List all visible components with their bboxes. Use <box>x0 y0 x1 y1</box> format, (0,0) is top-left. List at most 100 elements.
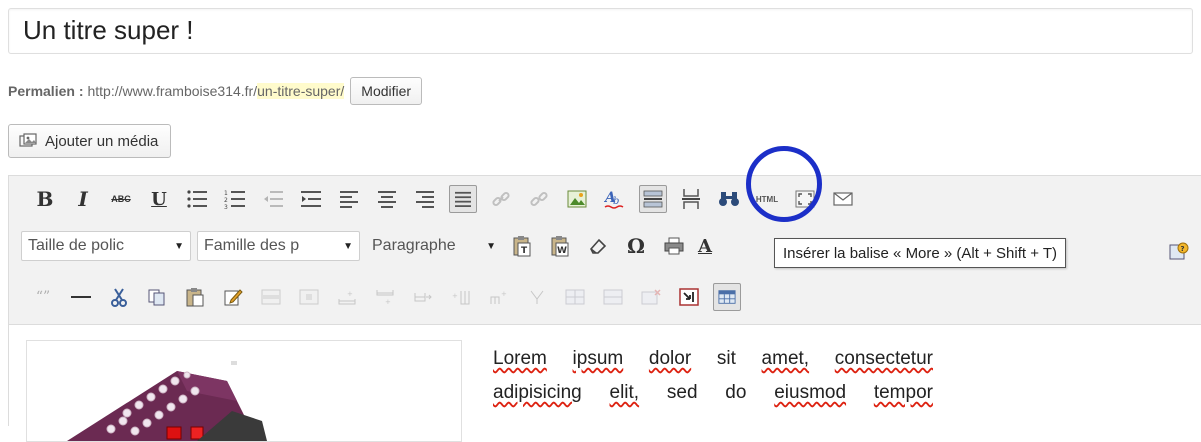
delete-col-button[interactable] <box>523 283 551 311</box>
link-button[interactable] <box>487 185 515 213</box>
omega-icon: Ω <box>627 234 645 258</box>
svg-text:+: + <box>347 290 353 298</box>
insert-anchor-button[interactable] <box>675 283 703 311</box>
chevron-down-icon: ▼ <box>343 240 353 252</box>
align-left-button[interactable] <box>335 185 363 213</box>
post-image[interactable] <box>26 340 462 442</box>
indent-button[interactable] <box>297 185 325 213</box>
print-button[interactable] <box>660 232 688 260</box>
align-left-icon <box>340 191 358 208</box>
toolbar-row-1: B I ABC U 1 2 3 A b HTML <box>31 181 867 217</box>
underline-button[interactable]: U <box>145 185 173 213</box>
email-button[interactable] <box>829 185 857 213</box>
add-media-button[interactable]: Ajouter un média <box>8 124 172 158</box>
paste-text-button[interactable]: T <box>508 232 536 260</box>
clear-formatting-button[interactable] <box>584 232 612 260</box>
permalink-prefix: http://www.framboise314.fr/ <box>87 83 258 99</box>
bullet-list-button[interactable] <box>183 185 211 213</box>
justify-button[interactable] <box>449 185 477 213</box>
permalink-url[interactable]: http://www.framboise314.fr/un-titre-supe… <box>87 83 345 99</box>
insert-col-after-button[interactable]: + <box>485 283 513 311</box>
post-title-input[interactable]: Un titre super ! <box>8 8 1193 54</box>
align-center-button[interactable] <box>373 185 401 213</box>
strikethrough-button[interactable]: ABC <box>107 185 135 213</box>
binoculars-icon <box>719 192 739 206</box>
special-char-button[interactable]: Ω <box>622 232 650 260</box>
bold-button[interactable]: B <box>31 185 59 213</box>
font-family-select[interactable]: Famille des p ▼ <box>197 231 360 261</box>
insert-row-before-button[interactable]: + <box>333 283 361 311</box>
paste-word-button[interactable]: W <box>546 232 574 260</box>
delete-col-icon <box>530 290 544 304</box>
cut-button[interactable] <box>105 283 133 311</box>
add-media-label: Ajouter un média <box>45 132 159 150</box>
word: ipsum <box>572 348 624 369</box>
col-before-icon: + <box>452 291 470 305</box>
row-before-icon: + <box>338 290 356 305</box>
word: eiusmod <box>774 382 847 403</box>
permalink-edit-button[interactable]: Modifier <box>350 77 423 105</box>
toolbar-row-2: Taille de polic ▼ Famille des p ▼ Paragr… <box>21 228 736 264</box>
word: sit <box>716 348 736 369</box>
insert-table-button[interactable] <box>713 283 741 311</box>
media-icon <box>19 133 37 147</box>
paragraph-line-1: Lorem ipsum dolor sit amet, consectetur <box>493 342 933 376</box>
eraser-icon <box>590 238 607 254</box>
table-cell-icon <box>299 289 319 305</box>
word: adipisicing <box>493 382 582 403</box>
table-row-props-button[interactable] <box>257 283 285 311</box>
svg-text:+: + <box>385 298 391 305</box>
numbered-list-button[interactable]: 1 2 3 <box>221 185 249 213</box>
unlink-button[interactable] <box>525 185 553 213</box>
svg-text:T: T <box>521 246 528 256</box>
unlink-icon <box>530 191 548 207</box>
post-paragraph[interactable]: Lorem ipsum dolor sit amet, consectetur … <box>493 342 933 410</box>
merge-cells-icon <box>603 289 623 305</box>
svg-text:W: W <box>557 246 567 256</box>
editor-content[interactable]: Lorem ipsum dolor sit amet, consectetur … <box>9 324 1201 442</box>
svg-text:3: 3 <box>224 204 228 209</box>
spellcheck-icon: A b <box>604 190 624 209</box>
svg-text:2: 2 <box>224 197 228 204</box>
spellcheck-button[interactable]: A b <box>601 185 629 213</box>
paste-icon <box>186 288 204 307</box>
split-cells-button[interactable] <box>561 283 589 311</box>
delete-table-button[interactable] <box>637 283 665 311</box>
insert-col-before-button[interactable]: + <box>447 283 475 311</box>
delete-row-button[interactable] <box>409 283 437 311</box>
help-icon: ? <box>1169 242 1189 260</box>
insert-image-button[interactable] <box>563 185 591 213</box>
text-color-button[interactable]: A <box>698 232 726 260</box>
font-size-select[interactable]: Taille de polic ▼ <box>21 231 191 261</box>
more-tag-tooltip: Insérer la balise « More » (Alt + Shift … <box>774 238 1067 268</box>
insert-more-tag-button[interactable] <box>639 185 667 213</box>
horizontal-rule-button[interactable] <box>67 283 95 311</box>
align-right-button[interactable] <box>411 185 439 213</box>
word: tempor <box>873 382 933 403</box>
word: dolor <box>648 348 692 369</box>
page-break-button[interactable] <box>677 185 705 213</box>
word: sed <box>666 382 698 403</box>
more-tag-icon <box>643 190 663 208</box>
blockquote-button[interactable]: “” <box>29 283 57 311</box>
pencil-note-icon <box>224 289 243 306</box>
help-button[interactable]: ? <box>1165 238 1193 266</box>
copy-button[interactable] <box>143 283 171 311</box>
word: elit, <box>609 382 640 403</box>
text-color-icon: A <box>698 235 712 257</box>
bullet-list-icon <box>187 190 207 208</box>
delete-row-icon <box>414 293 432 302</box>
font-family-value: Famille des p <box>204 237 300 254</box>
italic-button[interactable]: I <box>69 185 97 213</box>
format-select[interactable]: Paragraphe ▼ <box>366 231 502 261</box>
paste-button[interactable] <box>181 283 209 311</box>
edit-button[interactable] <box>219 283 247 311</box>
word: consectetur <box>834 348 933 369</box>
table-cell-props-button[interactable] <box>295 283 323 311</box>
permalink-slug[interactable]: un-titre-super/ <box>257 83 345 99</box>
outdent-button[interactable] <box>259 185 287 213</box>
copy-icon <box>148 289 165 306</box>
find-button[interactable] <box>715 185 743 213</box>
merge-cells-button[interactable] <box>599 283 627 311</box>
insert-row-after-button[interactable]: + <box>371 283 399 311</box>
